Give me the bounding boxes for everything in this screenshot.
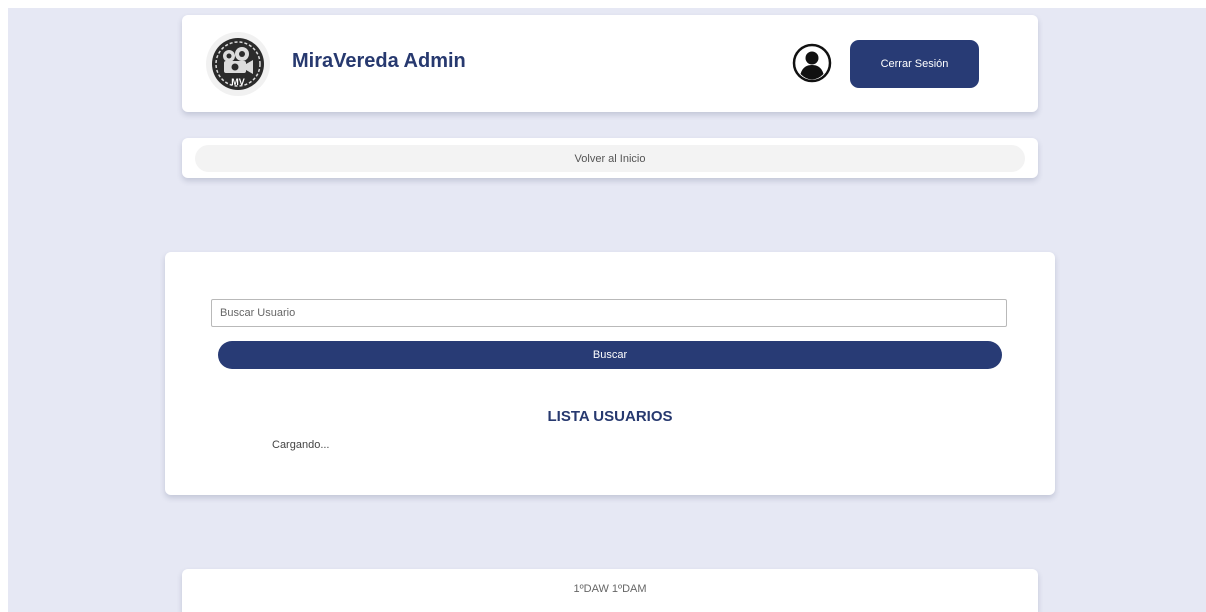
footer: 1ºDAW 1ºDAM: [182, 569, 1038, 612]
header-bar: MV MiraVereda Admin Cerrar Sesión: [182, 15, 1038, 112]
search-input[interactable]: [211, 299, 1007, 327]
back-to-home-button[interactable]: Volver al Inicio: [195, 145, 1025, 172]
logo: MV: [206, 32, 270, 96]
users-panel: Buscar LISTA USUARIOS Cargando...: [165, 252, 1055, 495]
users-list-title: LISTA USUARIOS: [547, 408, 673, 425]
app-title: MiraVereda Admin: [292, 50, 466, 72]
search-button[interactable]: Buscar: [218, 341, 1002, 369]
loading-status: Cargando...: [272, 439, 330, 451]
logo-text: MV: [231, 77, 245, 87]
user-profile-icon[interactable]: [792, 43, 832, 83]
footer-text: 1ºDAW 1ºDAM: [573, 583, 647, 595]
page-background: MV MiraVereda Admin Cerrar Sesión Volver…: [8, 8, 1206, 612]
nav-bar: Volver al Inicio: [182, 138, 1038, 178]
logout-button[interactable]: Cerrar Sesión: [850, 40, 979, 88]
film-camera-logo-icon: MV: [212, 38, 264, 90]
